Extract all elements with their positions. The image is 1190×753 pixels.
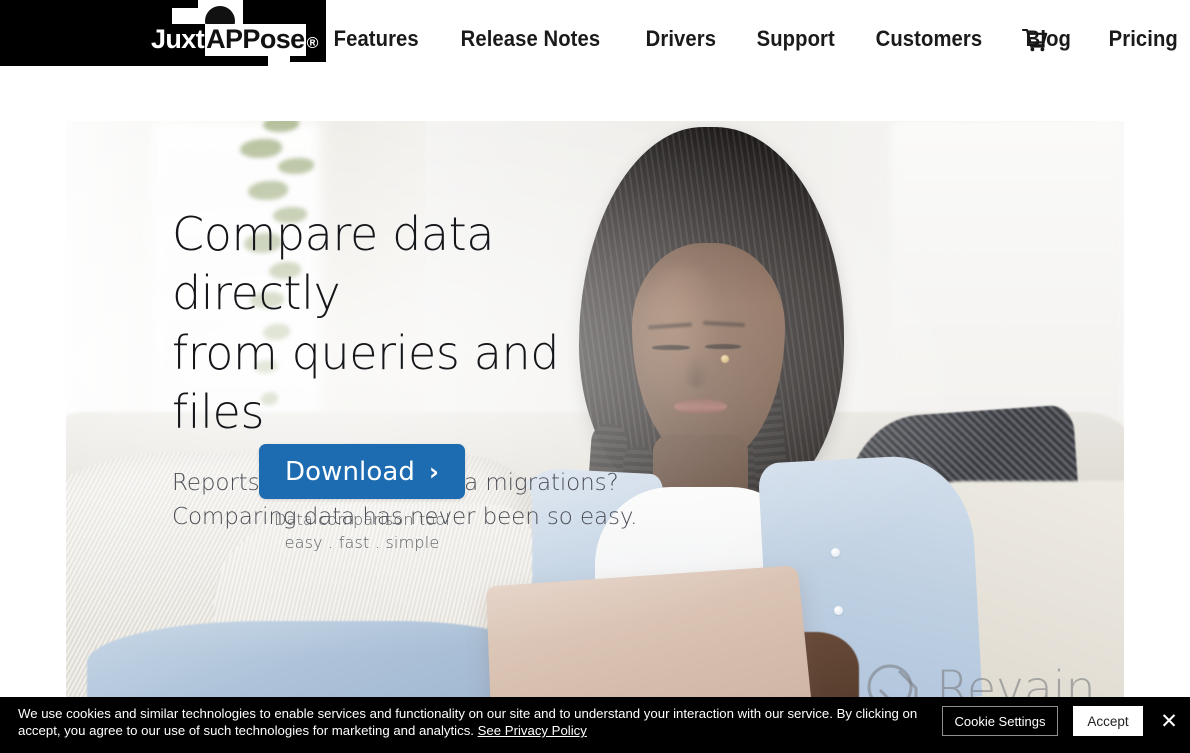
close-icon[interactable]: ✕ <box>1156 708 1182 734</box>
cookie-message: We use cookies and similar technologies … <box>18 705 923 739</box>
photo-jeans <box>87 620 532 702</box>
nav-item-features[interactable]: Features <box>318 26 434 52</box>
download-caption-line-2: easy . fast . simple <box>284 532 440 552</box>
cookie-message-text: We use cookies and similar technologies … <box>18 706 918 739</box>
page-root: JuxtAPPose ® Features Release Notes Drive… <box>0 0 1190 753</box>
photo-mouth <box>674 398 728 414</box>
nav-item-pricing[interactable]: Pricing <box>1093 26 1190 52</box>
photo-eye <box>652 345 691 351</box>
download-button-label: Download <box>284 456 416 487</box>
cookie-settings-button[interactable]: Cookie Settings <box>942 706 1058 736</box>
shopping-cart-icon[interactable] <box>1021 28 1052 54</box>
logo-registered-mark: ® <box>305 35 319 54</box>
photo-face-highlight <box>640 266 726 418</box>
download-caption: Data comparison tool easy . fast . simpl… <box>259 509 465 554</box>
main-navigation: Features Release Notes Drivers Support C… <box>318 26 1190 52</box>
download-button[interactable]: Download › <box>259 444 465 499</box>
nav-item-drivers[interactable]: Drivers <box>630 26 732 52</box>
photo-eye <box>705 344 741 350</box>
nav-item-support[interactable]: Support <box>741 26 850 52</box>
headline-line-1: Compare data directly <box>172 207 495 321</box>
accept-cookies-button[interactable]: Accept <box>1073 706 1143 736</box>
logo-word-part-1: Juxt <box>150 24 206 56</box>
photo-laptop <box>486 565 814 702</box>
logo-word-part-2: APPose <box>205 24 306 56</box>
headline-line-2: from queries and files <box>172 325 560 439</box>
nav-item-customers[interactable]: Customers <box>860 26 998 52</box>
site-header: JuxtAPPose ® Features Release Notes Drive… <box>0 0 1190 80</box>
privacy-policy-link[interactable]: See Privacy Policy <box>478 723 587 738</box>
nav-item-release-notes[interactable]: Release Notes <box>445 26 616 52</box>
chevron-right-icon: › <box>429 457 440 486</box>
logo-wordmark: JuxtAPPose ® <box>150 24 319 56</box>
photo-cardigan-button <box>830 548 840 558</box>
download-caption-line-1: Data comparison tool <box>273 510 451 529</box>
photo-earring <box>720 355 729 364</box>
page-title: Compare data directly from queries and f… <box>172 205 642 442</box>
